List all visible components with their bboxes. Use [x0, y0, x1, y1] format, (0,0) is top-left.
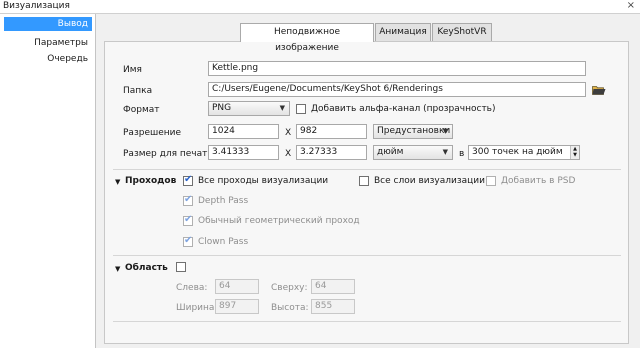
sidebar: Вывод Параметры Очередь	[0, 14, 96, 348]
dpi-stepper[interactable]: ▲ ▼	[570, 146, 579, 159]
region-left-input[interactable]: 64	[215, 279, 259, 294]
name-label: Имя	[123, 65, 142, 75]
region-top-label: Сверху:	[271, 283, 308, 293]
content-area: Неподвижное изображение Анимация KeyShot…	[97, 14, 640, 348]
add-psd-label: Добавить в PSD	[501, 176, 576, 186]
print-x: X	[285, 149, 292, 159]
region-width-label: Ширина:	[176, 303, 218, 313]
print-height-input[interactable]: 3.27333	[296, 145, 367, 160]
resolution-label: Разрешение	[123, 128, 182, 138]
divider	[113, 169, 621, 170]
sidebar-item-output[interactable]: Вывод	[4, 17, 92, 31]
presets-dropdown[interactable]: Предустановки ▼	[373, 124, 453, 139]
clown-pass-checkbox[interactable]	[183, 235, 193, 247]
tab-animation[interactable]: Анимация	[375, 23, 431, 41]
alpha-checkbox[interactable]	[296, 104, 306, 114]
title-bar: Визуализация ×	[0, 0, 640, 14]
divider	[113, 321, 621, 322]
passes-header: Проходов	[125, 176, 177, 186]
all-layers-checkbox[interactable]	[359, 176, 369, 186]
add-psd-checkbox[interactable]	[486, 176, 496, 186]
format-label: Формат	[123, 105, 160, 115]
chevron-down-icon: ▼	[442, 148, 448, 156]
region-top-input[interactable]: 64	[311, 279, 355, 294]
format-dropdown[interactable]: PNG ▼	[208, 101, 290, 116]
region-collapse-icon[interactable]: ▼	[115, 265, 120, 273]
sidebar-item-parameters[interactable]: Параметры	[4, 36, 92, 50]
print-size-label: Размер для печати	[123, 149, 214, 159]
region-left-label: Слева:	[176, 283, 208, 293]
all-layers-label: Все слои визуализации	[374, 176, 485, 186]
passes-collapse-icon[interactable]: ▼	[115, 178, 120, 186]
window-title: Визуализация	[3, 1, 70, 11]
resolution-width-input[interactable]: 1024	[208, 124, 279, 139]
divider	[113, 255, 621, 256]
region-header: Область	[125, 263, 168, 273]
dpi-value: 300 точек на дюйм	[472, 147, 563, 157]
alpha-label: Добавить альфа-канал (прозрачность)	[311, 104, 496, 114]
region-checkbox[interactable]	[176, 262, 186, 272]
geometry-pass-label: Обычный геометрический проход	[198, 216, 360, 226]
depth-pass-label: Depth Pass	[198, 196, 249, 206]
region-height-input[interactable]: 855	[311, 299, 355, 314]
depth-pass-checkbox[interactable]	[183, 194, 193, 206]
geometry-pass-checkbox[interactable]	[183, 214, 193, 226]
tab-still-image[interactable]: Неподвижное изображение	[240, 23, 374, 53]
sidebar-item-queue[interactable]: Очередь	[4, 52, 92, 66]
region-width-input[interactable]: 897	[215, 299, 259, 314]
format-value: PNG	[212, 103, 232, 113]
print-width-input[interactable]: 3.41333	[208, 145, 279, 160]
tab-keyshotvr[interactable]: KeyShotVR	[432, 23, 492, 41]
all-passes-label: Все проходы визуализации	[198, 176, 329, 186]
folder-icon[interactable]	[592, 85, 606, 95]
clown-pass-label: Clown Pass	[198, 237, 249, 247]
dpi-at-label: в	[459, 149, 465, 159]
folder-input[interactable]: C:/Users/Eugene/Documents/KeyShot 6/Rend…	[208, 82, 586, 97]
resolution-x: X	[285, 128, 292, 138]
unit-dropdown[interactable]: дюйм ▼	[373, 145, 453, 160]
chevron-down-icon: ▼	[279, 104, 285, 112]
name-input[interactable]: Kettle.png	[208, 61, 586, 76]
chevron-down-icon: ▼	[442, 127, 448, 135]
presets-label: Предустановки	[377, 126, 451, 136]
all-passes-checkbox[interactable]	[183, 174, 193, 186]
resolution-height-input[interactable]: 982	[296, 124, 367, 139]
folder-label: Папка	[123, 86, 153, 96]
dpi-input[interactable]: 300 точек на дюйм ▲ ▼	[468, 145, 580, 160]
output-panel: Имя Kettle.png Папка C:/Users/Eugene/Doc…	[104, 41, 629, 344]
close-icon[interactable]: ×	[627, 0, 635, 11]
unit-value: дюйм	[377, 147, 404, 157]
region-height-label: Высота:	[271, 303, 309, 313]
